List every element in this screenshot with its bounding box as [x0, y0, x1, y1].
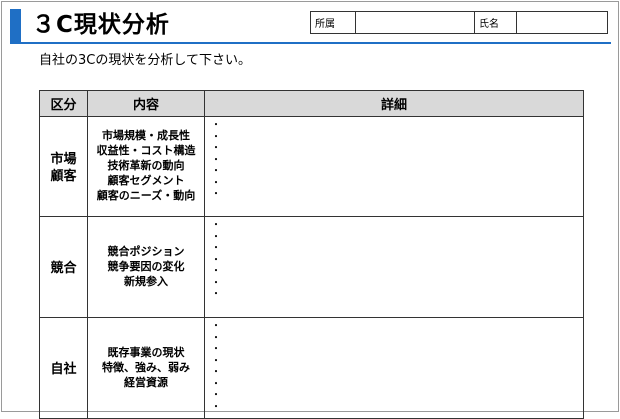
detail-cell[interactable]: ・・・・・・・ [204, 116, 584, 217]
detail-bullet: ・ [211, 220, 221, 231]
content-item: 競合ポジション [107, 245, 185, 258]
category-cell: 市場 顧客 [39, 116, 88, 217]
table-row: 競合 競合ポジション 競争要因の変化 新規参入・・・・・・・ [39, 216, 584, 318]
content-item: 経営資源 [124, 376, 168, 389]
category-cell: 自社 [39, 317, 88, 419]
detail-bullet: ・ [211, 332, 221, 344]
table-row: 自社 既存事業の現状 特徴、強み、弱み 経営資源・・・・・・・・ [39, 317, 584, 419]
content-item: 顧客のニーズ・動向 [96, 190, 196, 202]
detail-bullet: ・ [211, 378, 221, 390]
column-header-category: 区分 [39, 90, 88, 117]
detail-bullet: ・ [211, 131, 221, 143]
column-header-content: 内容 [87, 90, 205, 117]
title-underline [10, 42, 611, 44]
detail-bullet: ・ [211, 390, 221, 401]
name-field[interactable] [516, 11, 608, 34]
content-item: 市場規模・成長性 [102, 130, 190, 142]
content-cell: 市場規模・成長性 収益性・コスト構造 技術革新の動向 顧客セグメント 顧客のニーズ・動向 [87, 116, 205, 217]
detail-bullet: ・ [211, 231, 221, 243]
name-label: 氏名 [474, 11, 517, 34]
detail-bullet: ・ [211, 166, 221, 177]
detail-bullet: ・ [211, 277, 221, 289]
category-cell: 競合 [39, 216, 88, 318]
category-label: 市場 [50, 150, 77, 166]
content-item: 顧客セグメント [107, 175, 185, 187]
detail-bullet: ・ [211, 177, 221, 189]
column-header-detail: 詳細 [204, 90, 584, 117]
detail-bullet: ・ [211, 243, 221, 254]
content-item: 新規参入 [124, 275, 168, 288]
content-item: 競争要因の変化 [107, 260, 185, 273]
detail-bullet: ・ [211, 154, 221, 166]
detail-bullet: ・ [211, 321, 221, 332]
detail-bullet: ・ [211, 401, 221, 413]
detail-bullet: ・ [211, 266, 221, 277]
detail-bullet: ・ [211, 367, 221, 378]
info-fields: 所属 氏名 [310, 11, 608, 34]
detail-bullet: ・ [211, 189, 221, 200]
detail-bullet: ・ [211, 120, 221, 131]
detail-bullet: ・ [211, 143, 221, 154]
detail-bullet: ・ [211, 355, 221, 367]
detail-cell[interactable]: ・・・・・・・・ [204, 317, 584, 419]
table-header-row: 区分 内容 詳細 [39, 90, 584, 117]
worksheet-page: ３C現状分析 所属 氏名 自社の3Cの現状を分析して下さい。 区分 内容 詳細 … [1, 1, 619, 419]
detail-cell[interactable]: ・・・・・・・ [204, 216, 584, 318]
table-row: 市場 顧客 市場規模・成長性 収益性・コスト構造 技術革新の動向 顧客セグメント 顧客のニー… [39, 116, 584, 217]
category-label: 自社 [50, 360, 77, 376]
content-item: 既存事業の現状 [107, 346, 185, 359]
content-item: 収益性・コスト構造 [96, 145, 196, 157]
detail-bullet: ・ [211, 289, 221, 300]
category-label: 競合 [50, 259, 77, 275]
content-item: 特徴、強み、弱み [102, 361, 190, 374]
detail-bullet: ・ [211, 254, 221, 266]
content-item: 技術革新の動向 [107, 160, 185, 172]
affiliation-field[interactable] [355, 11, 475, 34]
analysis-table: 区分 内容 詳細 市場 顧客 市場規模・成長性 収益性・コスト構造 技術革新の動向 顧客セ… [39, 90, 584, 419]
page-title: ３C現状分析 [32, 12, 170, 38]
affiliation-label: 所属 [310, 11, 356, 34]
content-cell: 競合ポジション 競争要因の変化 新規参入 [87, 216, 205, 318]
detail-bullet: ・ [211, 344, 221, 355]
content-cell: 既存事業の現状 特徴、強み、弱み 経営資源 [87, 317, 205, 419]
category-label: 顧客 [50, 167, 77, 183]
instruction-text: 自社の3Cの現状を分析して下さい。 [39, 53, 251, 68]
title-accent-bar [10, 9, 21, 42]
